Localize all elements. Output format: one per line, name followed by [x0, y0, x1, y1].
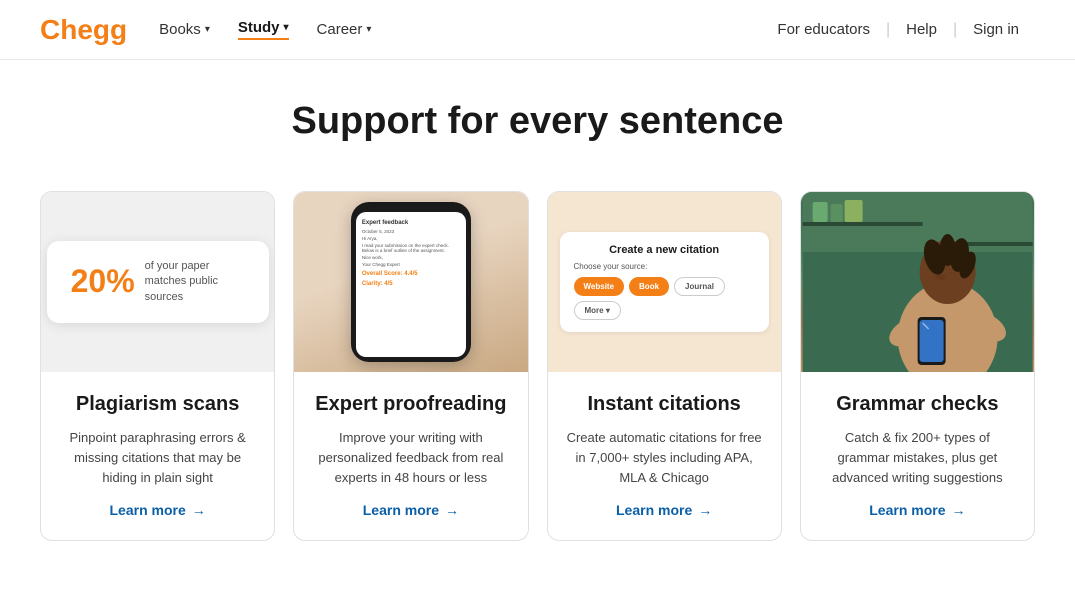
citations-arrow-icon: →: [698, 502, 712, 518]
citation-box-subtitle: Choose your source:: [574, 262, 755, 271]
citations-card-body: Instant citations Create automatic citat…: [548, 372, 781, 540]
nav-study[interactable]: Study ▾: [238, 19, 289, 40]
nav-left: Chegg Books ▾ Study ▾ Career ▾: [40, 14, 371, 46]
phone-screen: Expert feedback October 5, 2023 Hi Arya,…: [356, 212, 466, 357]
phone-line-5: Your Chegg Expert: [362, 262, 460, 267]
navbar: Chegg Books ▾ Study ▾ Career ▾ For educa…: [0, 0, 1075, 60]
nav-help[interactable]: Help: [890, 21, 953, 38]
plagiarism-learn-more[interactable]: Learn more →: [59, 502, 256, 518]
study-chevron: ▾: [284, 22, 289, 33]
grammar-card-image: [801, 192, 1034, 372]
page-headline: Support for every sentence: [40, 100, 1035, 143]
plagiarism-desc: Pinpoint paraphrasing errors & missing c…: [59, 428, 256, 488]
proofreading-title: Expert proofreading: [312, 392, 509, 416]
percent-description: of your paper matches public sources: [145, 259, 245, 305]
career-chevron: ▾: [366, 24, 371, 35]
phone-clarity: Clarity: 4/5: [362, 281, 460, 287]
percent-number: 20%: [71, 263, 135, 300]
grammar-card-body: Grammar checks Catch & fix 200+ types of…: [801, 372, 1034, 540]
nav-books[interactable]: Books ▾: [159, 21, 210, 38]
citations-card: Create a new citation Choose your source…: [547, 191, 782, 541]
plagiarism-card: 20% of your paper matches public sources…: [40, 191, 275, 541]
chegg-logo[interactable]: Chegg: [40, 14, 127, 46]
phone-line-2: Hi Arya,: [362, 236, 460, 241]
citation-box: Create a new citation Choose your source…: [560, 232, 769, 332]
nav-career[interactable]: Career ▾: [317, 21, 372, 38]
proofreading-card: Expert feedback October 5, 2023 Hi Arya,…: [293, 191, 528, 541]
phone-line-3: I read your submission on the expert che…: [362, 243, 460, 253]
nav-for-educators[interactable]: For educators: [761, 21, 886, 38]
citations-desc: Create automatic citations for free in 7…: [566, 428, 763, 488]
phone-hand-wrap: Expert feedback October 5, 2023 Hi Arya,…: [294, 192, 527, 372]
citation-box-title: Create a new citation: [574, 244, 755, 256]
proofreading-learn-more[interactable]: Learn more →: [312, 502, 509, 518]
citations-title: Instant citations: [566, 392, 763, 416]
grammar-title: Grammar checks: [819, 392, 1016, 416]
phone-line-1: October 5, 2023: [362, 229, 460, 234]
phone-mockup: Expert feedback October 5, 2023 Hi Arya,…: [351, 202, 471, 362]
citations-card-image: Create a new citation Choose your source…: [548, 192, 781, 372]
citation-website-btn[interactable]: Website: [574, 277, 625, 296]
proofreading-card-image: Expert feedback October 5, 2023 Hi Arya,…: [294, 192, 527, 372]
grammar-desc: Catch & fix 200+ types of grammar mistak…: [819, 428, 1016, 488]
nav-right: For educators | Help | Sign in: [761, 21, 1035, 39]
citation-buttons: Website Book Journal More ▾: [574, 277, 755, 320]
plagiarism-title: Plagiarism scans: [59, 392, 256, 416]
citation-book-btn[interactable]: Book: [629, 277, 669, 296]
grammar-learn-more[interactable]: Learn more →: [819, 502, 1016, 518]
grammar-photo-svg: [801, 192, 1034, 372]
cards-grid: 20% of your paper matches public sources…: [40, 191, 1035, 541]
nav-sign-in[interactable]: Sign in: [957, 21, 1035, 38]
phone-line-4: Nice work,: [362, 255, 460, 260]
grammar-card: Grammar checks Catch & fix 200+ types of…: [800, 191, 1035, 541]
proofreading-arrow-icon: →: [445, 502, 459, 518]
grammar-arrow-icon: →: [952, 502, 966, 518]
books-chevron: ▾: [205, 24, 210, 35]
plagiarism-card-image: 20% of your paper matches public sources: [41, 192, 274, 372]
citation-journal-btn[interactable]: Journal: [674, 277, 725, 296]
proofreading-card-body: Expert proofreading Improve your writing…: [294, 372, 527, 540]
citation-more-btn[interactable]: More ▾: [574, 301, 621, 320]
phone-notch: [391, 202, 431, 210]
plagiarism-arrow-icon: →: [192, 502, 206, 518]
proofreading-desc: Improve your writing with personalized f…: [312, 428, 509, 488]
nav-links: Books ▾ Study ▾ Career ▾: [159, 19, 371, 40]
phone-screen-title: Expert feedback: [362, 220, 460, 226]
grammar-photo: [801, 192, 1034, 372]
main-content: Support for every sentence 20% of your p…: [0, 60, 1075, 601]
phone-overall-score: Overall Score: 4.4/5: [362, 271, 460, 277]
plagiarism-card-body: Plagiarism scans Pinpoint paraphrasing e…: [41, 372, 274, 540]
citations-learn-more[interactable]: Learn more →: [566, 502, 763, 518]
percent-box: 20% of your paper matches public sources: [47, 241, 269, 323]
